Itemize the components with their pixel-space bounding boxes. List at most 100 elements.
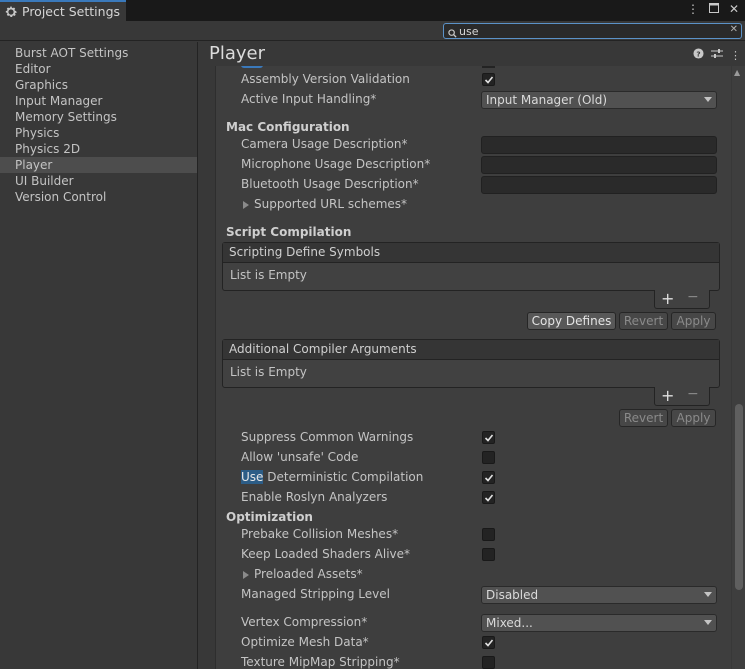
search-match-highlight: Use <box>241 470 264 484</box>
additional-compiler-arguments-header: Additional Compiler Arguments <box>223 340 719 360</box>
row-bluetooth-usage: Bluetooth Usage Description* <box>216 175 731 195</box>
row-optimize-mesh: Optimize Mesh Data* <box>216 633 731 653</box>
suppress-warnings-label: Suppress Common Warnings <box>241 430 414 444</box>
sidebar-item-physics-2d[interactable]: Physics 2D <box>0 141 197 157</box>
title-bar: Project Settings ⋮ ✕ <box>0 0 745 21</box>
assembly-version-validation-checkbox[interactable] <box>482 73 495 86</box>
sidebar-item-graphics[interactable]: Graphics <box>0 77 197 93</box>
revert-defines-button[interactable]: Revert <box>619 312 668 330</box>
prebake-collision-checkbox[interactable] <box>482 528 495 541</box>
add-icon[interactable]: + <box>661 386 674 405</box>
tab-title: Project Settings <box>22 4 121 19</box>
search-icon <box>448 27 457 38</box>
row-vertex-compression: Vertex Compression* Mixed... <box>216 613 731 633</box>
search-box[interactable]: ✕ <box>443 23 742 39</box>
vertex-compression-dropdown[interactable]: Mixed... <box>481 614 717 632</box>
assembly-version-validation-label: Assembly Version Validation <box>241 72 410 86</box>
deterministic-compilation-label-rest: Deterministic Compilation <box>263 470 424 484</box>
foldout-arrow-icon[interactable] <box>243 571 249 579</box>
foldout-arrow-icon[interactable] <box>243 201 249 209</box>
apply-defines-button[interactable]: Apply <box>671 312 716 330</box>
maximize-icon[interactable] <box>708 2 719 16</box>
row-microphone-usage: Microphone Usage Description* <box>216 155 731 175</box>
deterministic-compilation-checkbox[interactable] <box>482 471 495 484</box>
row-camera-usage: Camera Usage Description* <box>216 135 731 155</box>
vertex-compression-value: Mixed... <box>486 616 533 630</box>
script-compilation-heading: Script Compilation <box>226 225 352 239</box>
allow-unsafe-checkbox[interactable] <box>482 451 495 464</box>
add-icon[interactable]: + <box>661 289 674 308</box>
optimize-mesh-checkbox[interactable] <box>482 636 495 649</box>
toolbar: ✕ <box>0 21 745 41</box>
managed-stripping-label: Managed Stripping Level <box>241 587 390 601</box>
revert-args-button[interactable]: Revert <box>619 409 668 427</box>
help-icon[interactable]: ? <box>693 48 704 62</box>
row-suppress-warnings: Suppress Common Warnings <box>216 428 731 448</box>
row-roslyn-analyzers: Enable Roslyn Analyzers <box>216 488 731 508</box>
row-mipmap-stripping: Texture MipMap Stripping* <box>216 653 731 669</box>
main-header: Player ? ⋮ <box>199 42 745 66</box>
active-input-handling-dropdown[interactable]: Input Manager (Old) <box>481 91 717 109</box>
mac-configuration-heading: Mac Configuration <box>226 120 350 134</box>
sidebar-item-version-control[interactable]: Version Control <box>0 189 197 205</box>
vertical-scrollbar[interactable]: ▲ <box>732 66 745 669</box>
remove-icon[interactable]: − <box>687 386 699 402</box>
bluetooth-usage-field[interactable] <box>481 176 717 194</box>
keep-shaders-checkbox[interactable] <box>482 548 495 561</box>
url-schemes-label[interactable]: Supported URL schemes* <box>254 197 407 211</box>
active-input-handling-value: Input Manager (Old) <box>486 93 608 107</box>
active-input-handling-label: Active Input Handling* <box>241 92 377 106</box>
sidebar-item-physics[interactable]: Physics <box>0 125 197 141</box>
remove-icon[interactable]: − <box>687 289 699 305</box>
more-vertical-icon[interactable]: ⋮ <box>687 2 699 16</box>
optimize-mesh-label: Optimize Mesh Data* <box>241 635 369 649</box>
microphone-usage-label: Microphone Usage Description* <box>241 157 431 171</box>
clear-search-icon[interactable]: ✕ <box>730 24 738 35</box>
close-icon[interactable]: ✕ <box>729 2 739 16</box>
sidebar-item-input-manager[interactable]: Input Manager <box>0 93 197 109</box>
svg-text:?: ? <box>696 49 700 58</box>
gear-icon <box>4 5 18 19</box>
suppress-warnings-checkbox[interactable] <box>482 431 495 444</box>
copy-defines-button[interactable]: Copy Defines <box>527 312 616 330</box>
keep-shaders-label: Keep Loaded Shaders Alive* <box>241 547 411 561</box>
sidebar-item-ui-builder[interactable]: UI Builder <box>0 173 197 189</box>
scripting-define-symbols-header: Scripting Define Symbols <box>223 243 719 263</box>
vertex-compression-label: Vertex Compression* <box>241 615 368 629</box>
more-vertical-icon[interactable]: ⋮ <box>730 49 741 62</box>
sidebar-item-player[interactable]: Player <box>0 157 197 173</box>
scroll-up-icon[interactable]: ▲ <box>734 68 740 77</box>
sidebar-item-memory-settings[interactable]: Memory Settings <box>0 109 197 125</box>
managed-stripping-value: Disabled <box>486 588 539 602</box>
window-controls: ⋮ ✕ <box>687 2 739 16</box>
mipmap-stripping-label: Texture MipMap Stripping* <box>241 655 400 669</box>
roslyn-analyzers-checkbox[interactable] <box>482 491 495 504</box>
optimization-heading: Optimization <box>226 510 313 524</box>
main-panel: Player ? ⋮ Assembly Version Validation A… <box>199 42 745 669</box>
scripting-define-symbols-empty: List is Empty <box>230 268 307 282</box>
apply-args-button[interactable]: Apply <box>671 409 716 427</box>
row-keep-shaders: Keep Loaded Shaders Alive* <box>216 545 731 565</box>
managed-stripping-dropdown[interactable]: Disabled <box>481 586 717 604</box>
row-url-schemes[interactable]: Supported URL schemes* <box>216 195 731 215</box>
player-settings-content: Assembly Version Validation Active Input… <box>215 66 731 669</box>
camera-usage-label: Camera Usage Description* <box>241 137 408 151</box>
row-preloaded-assets[interactable]: Preloaded Assets* <box>216 565 731 585</box>
sidebar-item-editor[interactable]: Editor <box>0 61 197 77</box>
search-input[interactable] <box>459 24 719 38</box>
project-settings-tab[interactable]: Project Settings <box>0 0 126 21</box>
row-active-input-handling: Active Input Handling* Input Manager (Ol… <box>216 90 731 110</box>
preset-icon[interactable] <box>711 48 723 62</box>
mipmap-stripping-checkbox[interactable] <box>482 656 495 669</box>
camera-usage-field[interactable] <box>481 136 717 154</box>
scrollbar-thumb[interactable] <box>735 404 743 590</box>
row-assembly-version-validation: Assembly Version Validation <box>216 70 731 90</box>
microphone-usage-field[interactable] <box>481 156 717 174</box>
preloaded-assets-label[interactable]: Preloaded Assets* <box>254 567 363 581</box>
scripting-define-symbols-footer: + − <box>654 289 710 309</box>
sidebar-item-burst-aot[interactable]: Burst AOT Settings <box>0 45 197 61</box>
chevron-down-icon <box>704 97 712 102</box>
additional-compiler-arguments-footer: + − <box>654 386 710 406</box>
settings-sidebar: Burst AOT Settings Editor Graphics Input… <box>0 42 198 669</box>
allow-unsafe-label: Allow 'unsafe' Code <box>241 450 359 464</box>
